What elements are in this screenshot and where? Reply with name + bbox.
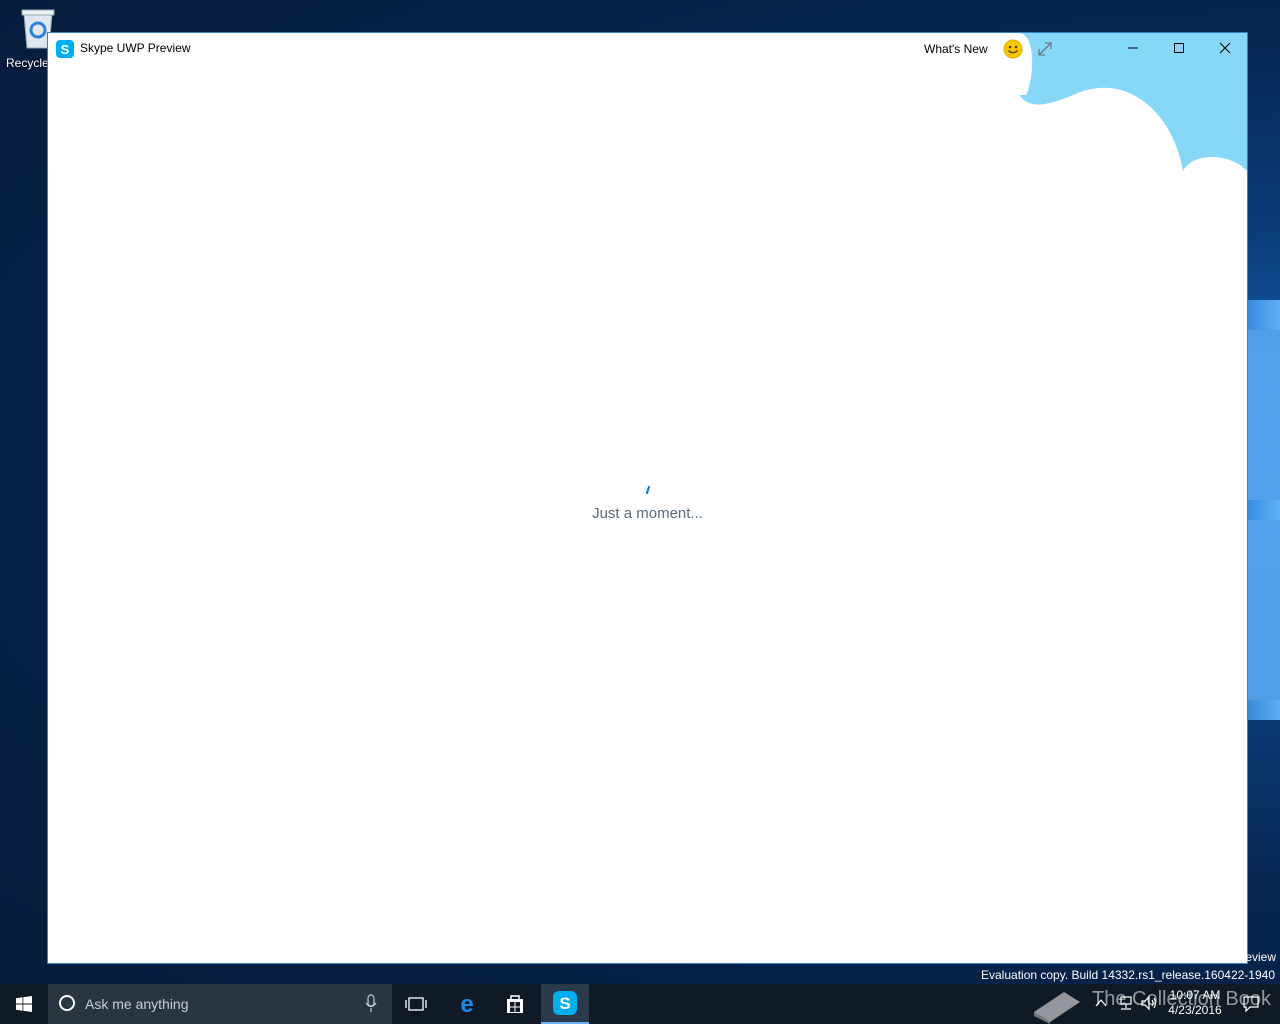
- svg-text:S: S: [61, 42, 70, 57]
- taskbar: Ask me anything e S 10:07 AM 4/23/2016: [0, 984, 1280, 1024]
- collection-book-watermark: The Collection Book: [1092, 988, 1271, 1010]
- store-button[interactable]: [491, 984, 539, 1024]
- skype-icon: S: [553, 991, 577, 1015]
- loading-spinner-icon: [645, 486, 650, 494]
- smiley-emoticon-icon[interactable]: [1003, 39, 1023, 59]
- maximize-button[interactable]: [1156, 33, 1202, 63]
- task-view-icon: [405, 997, 427, 1011]
- svg-text:e: e: [460, 993, 473, 1015]
- skype-logo-icon: S: [56, 40, 74, 58]
- window-title: Skype UWP Preview: [80, 41, 191, 55]
- loading-indicator: Just a moment...: [48, 481, 1247, 522]
- start-button[interactable]: [0, 984, 48, 1024]
- svg-text:S: S: [559, 994, 570, 1013]
- book-watermark-icon: [1034, 992, 1080, 1024]
- skype-taskbar-button[interactable]: S: [541, 984, 589, 1024]
- loading-message: Just a moment...: [592, 505, 703, 522]
- edge-button[interactable]: e: [443, 984, 491, 1024]
- cortana-icon: [59, 995, 75, 1011]
- maximize-icon: [1174, 43, 1184, 53]
- whats-new-link[interactable]: What's New: [924, 42, 988, 56]
- cortana-search-box[interactable]: Ask me anything: [48, 984, 392, 1024]
- expand-icon[interactable]: [1036, 40, 1054, 58]
- evaluation-copy-text: Evaluation copy. Build 14332.rs1_release…: [981, 968, 1275, 982]
- close-icon: [1219, 42, 1231, 54]
- desktop-watermark-fragment: eview: [1245, 950, 1276, 964]
- edge-icon: e: [460, 993, 473, 1015]
- minimize-icon: [1128, 47, 1138, 49]
- store-bag-icon: [507, 995, 523, 1013]
- microphone-icon[interactable]: [364, 994, 378, 1014]
- skype-window: S Skype UWP Preview What's New Just a mo…: [47, 32, 1248, 964]
- close-button[interactable]: [1202, 33, 1247, 63]
- minimize-button[interactable]: [1110, 33, 1156, 63]
- title-bar[interactable]: S Skype UWP Preview What's New: [48, 33, 1247, 65]
- search-placeholder: Ask me anything: [85, 996, 189, 1012]
- task-view-button[interactable]: [392, 984, 440, 1024]
- windows-start-icon: [16, 996, 32, 1012]
